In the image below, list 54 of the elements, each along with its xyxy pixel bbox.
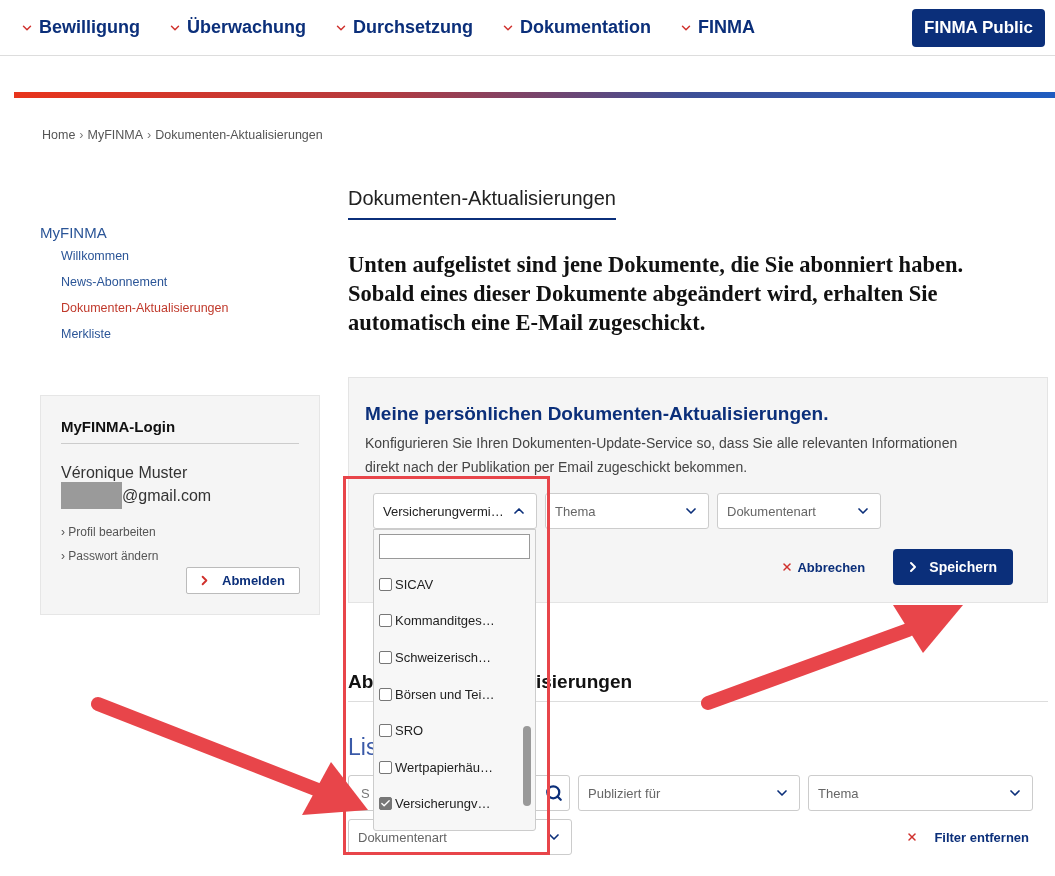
search-icon[interactable]	[545, 784, 563, 802]
checkbox[interactable]	[379, 724, 392, 738]
scrollbar-thumb[interactable]	[523, 726, 531, 806]
select-field[interactable]: Thema	[808, 775, 1033, 811]
breadcrumb-link[interactable]: Dokumenten-Aktualisierungen	[155, 128, 323, 142]
close-icon	[906, 831, 919, 843]
panel-title: Meine persönlichen Dokumenten-Aktualisierungen.	[365, 403, 830, 425]
account-link[interactable]: › Passwort ändern	[61, 549, 299, 563]
clear-filter-button[interactable]: Filter entfernen	[900, 828, 1035, 846]
dropdown-option[interactable]: Börsen und Tei…	[379, 675, 517, 713]
sidebar-item[interactable]: Willkommen	[61, 249, 320, 263]
dropdown-option[interactable]: Wertpapierhäu…	[379, 748, 517, 786]
nav-link[interactable]: Bewilligung	[20, 17, 140, 38]
section-heading: Ab	[348, 671, 375, 693]
breadcrumb-separator: ›	[147, 128, 152, 142]
dropdown-option[interactable]: Kommanditges…	[379, 602, 517, 640]
sidebar-item[interactable]: Dokumenten-Aktualisierungen	[61, 301, 320, 315]
email-text: @gmail.com	[122, 486, 212, 505]
select-field[interactable]: Versicherungvermi…	[373, 493, 537, 529]
nav-link[interactable]: Durchsetzung	[334, 17, 474, 38]
nav-link[interactable]: Überwachung	[168, 17, 306, 38]
checkbox[interactable]	[379, 687, 392, 701]
lead-text: Unten aufgelistet sind jene Dokumente, die Sie abonniert haben. Sobald eines dieser Dokumente abgeändert wird, erhalten Sie automatisch eine E-Mail zugeschickt.	[348, 251, 965, 337]
select-field[interactable]: Dokumentenart	[717, 493, 881, 529]
page-title: Dokumenten-Aktualisierungen	[348, 187, 616, 220]
sidebar-item[interactable]: Merkliste	[61, 327, 320, 341]
dropdown-option[interactable]: Schweizerisch…	[379, 639, 517, 676]
checkbox[interactable]	[379, 577, 392, 591]
account-link[interactable]: › Profil bearbeiten	[61, 525, 299, 539]
dropdown-search-field[interactable]	[379, 534, 530, 559]
logout-button[interactable]: Abmelden	[186, 567, 300, 594]
card-title: MyFINMA-Login	[61, 418, 299, 444]
select-field[interactable]: Publiziert für	[578, 775, 800, 811]
dropdown-option[interactable]: SICAV	[379, 566, 517, 603]
close-icon	[781, 561, 794, 573]
user-name: Véronique Muster	[61, 464, 189, 482]
breadcrumb-link[interactable]: MyFINMA	[87, 128, 144, 142]
breadcrumb-link[interactable]: Home	[42, 128, 76, 142]
checkbox[interactable]	[379, 797, 392, 811]
public-button[interactable]: FINMA Public	[912, 8, 1045, 47]
cancel-button[interactable]: Abbrechen	[775, 558, 872, 576]
select-field[interactable]: Thema	[545, 493, 709, 529]
dropdown-option[interactable]: SRO	[379, 712, 517, 749]
nav-link[interactable]: Dokumentation	[501, 17, 652, 38]
checkbox[interactable]	[379, 614, 392, 628]
checkbox[interactable]	[379, 651, 392, 664]
checkbox[interactable]	[379, 760, 392, 774]
save-button[interactable]: Speichern	[893, 549, 1013, 585]
breadcrumb-separator: ›	[79, 128, 84, 142]
panel-description: Konfigurieren Sie Ihren Dokumenten-Update-Service so, dass Sie alle relevanten Informationen direkt nach der Publikation per Email zugeschickt bekommen.	[365, 434, 959, 477]
sidebar-title[interactable]: MyFINMA	[40, 224, 320, 241]
nav-link[interactable]: FINMA	[679, 17, 756, 38]
sidebar-item[interactable]: News-Abonnement	[61, 275, 320, 289]
redaction-block	[61, 482, 122, 509]
